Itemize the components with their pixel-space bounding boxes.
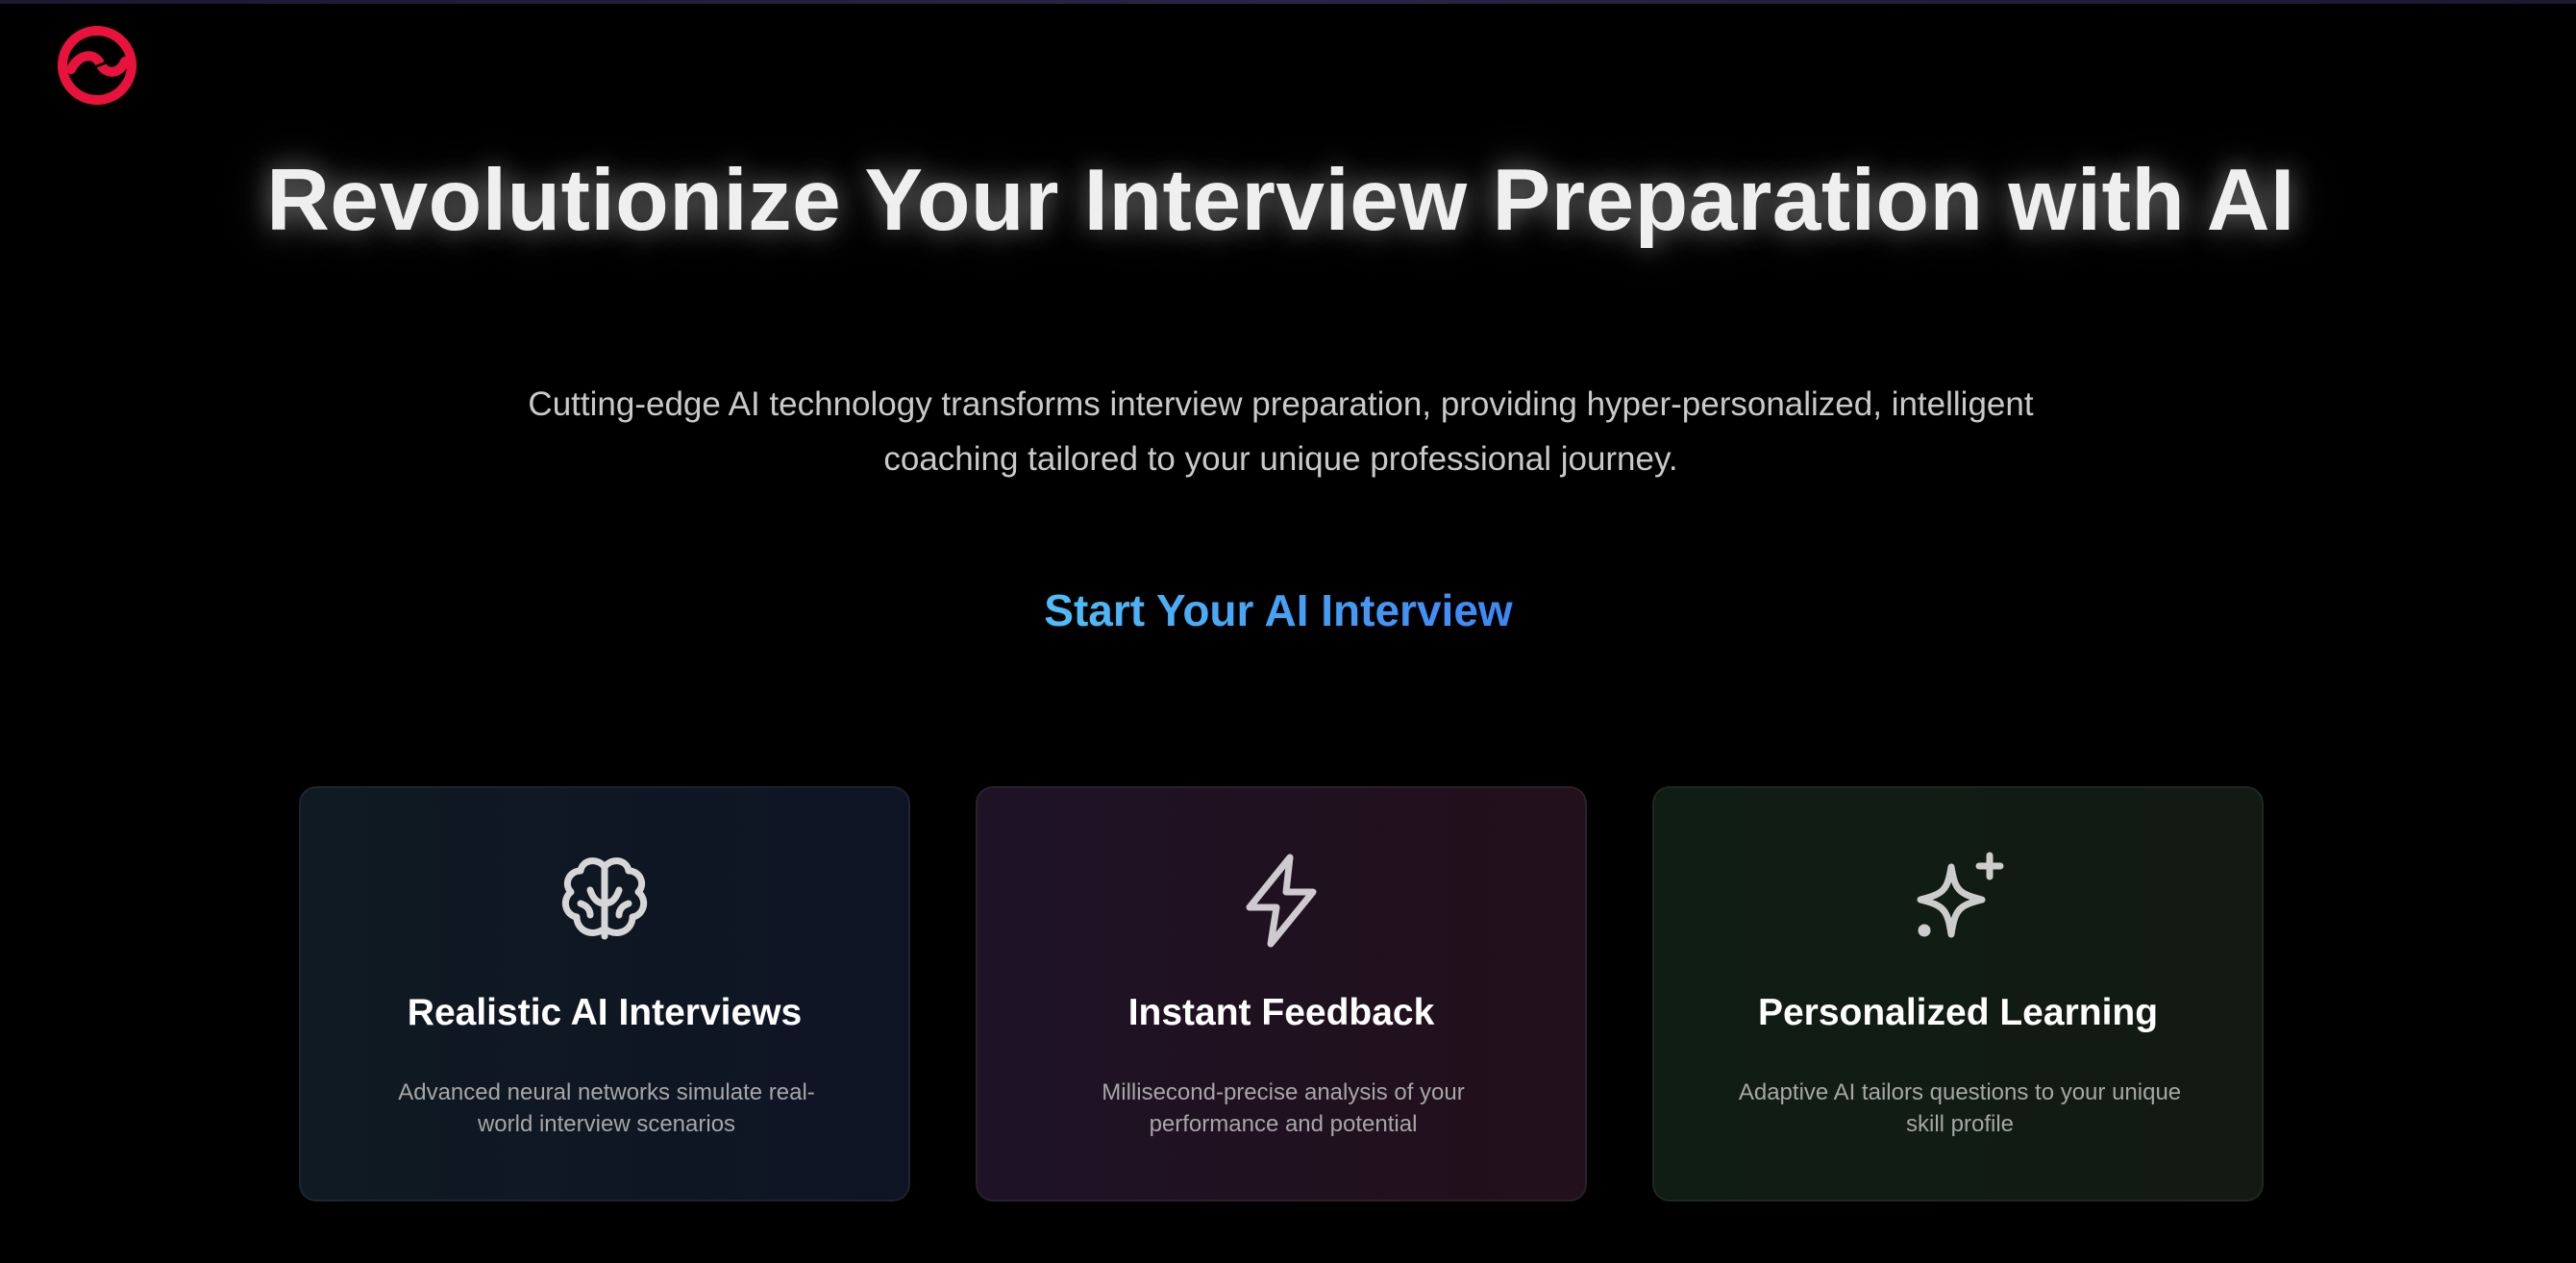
feature-description: Millisecond-precise analysis of your per… bbox=[1102, 1079, 1465, 1137]
brain-icon bbox=[552, 848, 657, 953]
lightning-icon bbox=[1228, 848, 1334, 953]
hero-title: Revolutionize Your Interview Preparation… bbox=[266, 152, 2295, 249]
feature-title: Instant Feedback bbox=[1127, 992, 1435, 1033]
feature-card-realistic-interviews[interactable]: Realistic AI Interviews Advanced neural … bbox=[299, 786, 910, 1201]
feature-title: Realistic AI Interviews bbox=[407, 992, 803, 1033]
feature-description: Advanced neural networks simulate real-w… bbox=[398, 1079, 815, 1137]
feature-description: Adaptive AI tailors questions to your un… bbox=[1738, 1079, 2182, 1137]
feature-card-personalized-learning[interactable]: Personalized Learning Adaptive AI tailor… bbox=[1652, 786, 2264, 1201]
landing-page: Revolutionize Your Interview Preparation… bbox=[0, 0, 2576, 1263]
sparkles-icon bbox=[1905, 848, 2011, 953]
hero-subtitle: Cutting-edge AI technology transforms in… bbox=[528, 385, 2034, 478]
top-border bbox=[0, 0, 2576, 4]
feature-title: Personalized Learning bbox=[1757, 992, 2159, 1033]
brand-logo-icon[interactable] bbox=[56, 25, 138, 106]
start-interview-button[interactable]: Start Your AI Interview bbox=[1000, 572, 1557, 649]
feature-card-instant-feedback[interactable]: Instant Feedback Millisecond-precise ana… bbox=[976, 786, 1587, 1201]
